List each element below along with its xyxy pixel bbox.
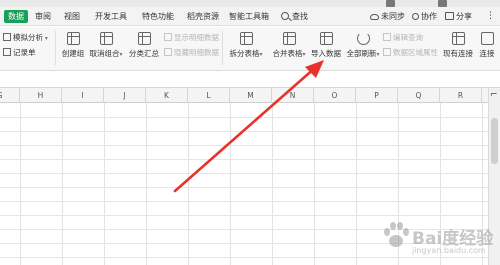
watermark-url: jingyan.baidu.com [412,246,486,255]
watermark: Bai度经验 jingyan.baidu.com [382,221,494,261]
paw-logo-icon [384,222,409,247]
arrow-shaft [173,65,318,193]
